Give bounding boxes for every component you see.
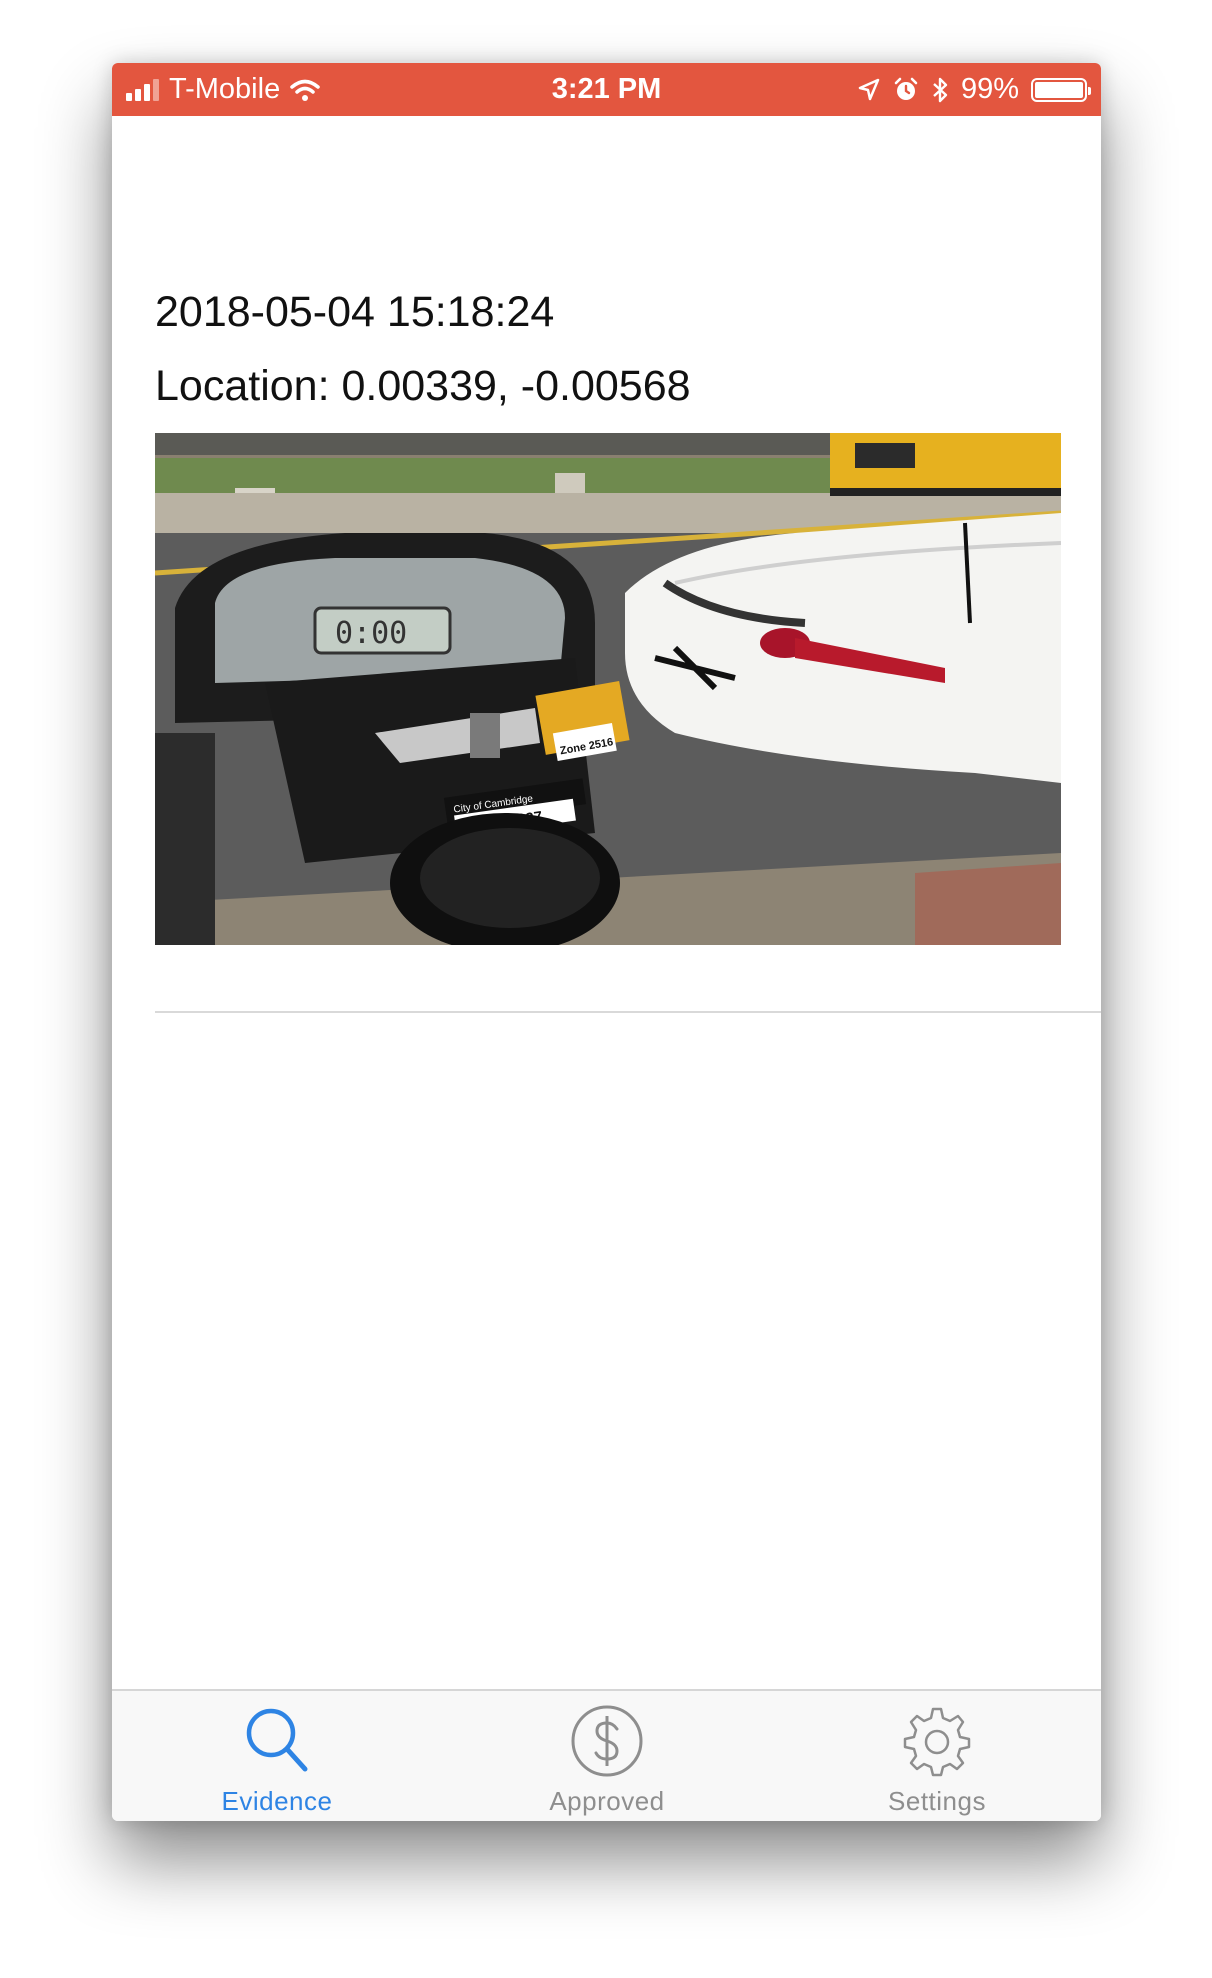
list-separator bbox=[155, 1011, 1101, 1013]
meter-display: 0:00 bbox=[335, 616, 407, 651]
status-bar: T-Mobile 3:21 PM 99% bbox=[112, 63, 1101, 116]
tab-settings[interactable]: Settings bbox=[837, 1691, 1037, 1821]
photo-illustration: 0:00 Zone 2516 City of Cambridge OXF-003… bbox=[155, 433, 1061, 945]
alarm-icon bbox=[894, 77, 918, 100]
dollar-circle-icon bbox=[571, 1705, 643, 1777]
search-icon bbox=[246, 1708, 308, 1772]
evidence-photo[interactable]: 0:00 Zone 2516 City of Cambridge OXF-003… bbox=[155, 433, 1061, 945]
battery-icon bbox=[1031, 77, 1091, 102]
gear-icon bbox=[903, 1707, 971, 1777]
tab-bar: Evidence Approved Settings bbox=[112, 1689, 1101, 1821]
tab-evidence[interactable]: Evidence bbox=[177, 1691, 377, 1821]
evidence-timestamp: 2018-05-04 15:18:24 bbox=[155, 288, 555, 336]
battery-percent: 99% bbox=[960, 73, 1019, 105]
phone-screen: T-Mobile 3:21 PM 99% 2018-05-04 15:18:24… bbox=[112, 63, 1101, 1821]
tab-settings-label: Settings bbox=[888, 1786, 986, 1816]
location-arrow-icon bbox=[858, 78, 880, 100]
tab-evidence-label: Evidence bbox=[221, 1786, 333, 1816]
tab-approved-label: Approved bbox=[549, 1786, 665, 1816]
tab-approved[interactable]: Approved bbox=[507, 1691, 707, 1821]
status-right: 99% bbox=[857, 63, 1091, 116]
evidence-location: Location: 0.00339, -0.00568 bbox=[155, 362, 691, 410]
bluetooth-icon bbox=[933, 77, 948, 102]
